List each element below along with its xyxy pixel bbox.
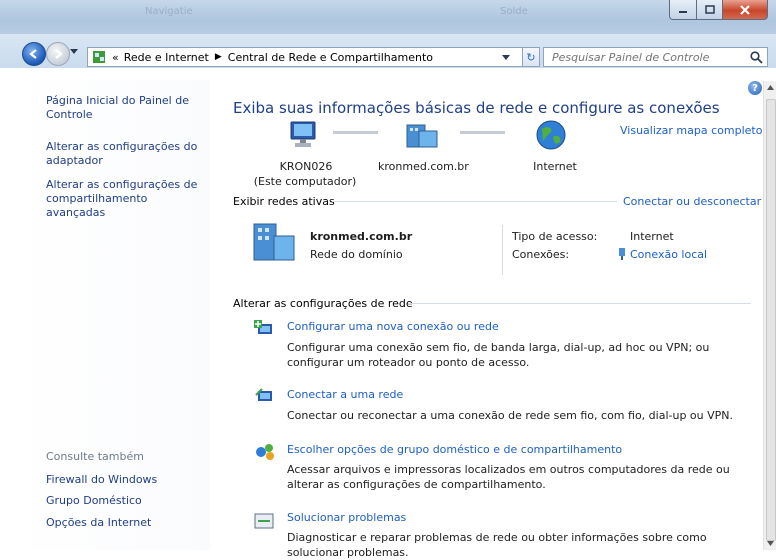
sidebar-item-control-panel-home[interactable]: Página Inicial do Painel de Controle [46,94,206,122]
refresh-button[interactable]: ↻ [522,47,540,67]
see-also-homegroup[interactable]: Grupo Doméstico [46,494,206,508]
sidebar-item-adapter-settings[interactable]: Alterar as configurações do adaptador [46,140,206,168]
divider [408,303,751,304]
task-troubleshoot-desc: Diagnosticar e reparar problemas de rede… [287,531,707,559]
network-name: kronmed.com.br [310,230,413,243]
task-connect-network-desc: Conectar ou reconectar a uma conexão de … [287,409,733,422]
arrow-right-icon [55,49,63,59]
search-icon[interactable] [750,51,763,64]
see-also-internet-options[interactable]: Opções da Internet [46,516,206,530]
see-also-title: Consulte também [46,450,144,463]
domain-network-icon [253,223,295,261]
breadcrumb-arrow-icon[interactable]: ▶ [215,52,222,62]
domain-node-label: kronmed.com.br [378,160,469,173]
computer-subtitle: (Este computador) [253,175,357,188]
see-also-firewall[interactable]: Firewall do Windows [46,473,206,487]
window-ghost-title: Navigatie [145,6,193,17]
active-networks-label: Exibir redes ativas [233,195,335,208]
breadcrumb-item-network-center[interactable]: Central de Rede e Compartilhamento [228,51,433,64]
connect-network-icon [255,388,272,401]
maximize-icon [704,4,715,14]
scrollbar-thumb[interactable] [766,99,776,541]
search-box[interactable] [543,47,768,67]
computer-name: KRON026 [279,160,333,173]
scroll-down-icon[interactable] [767,541,774,546]
internet-node-label: Internet [533,160,577,173]
task-homegroup-link[interactable]: Escolher opções de grupo doméstico e de … [287,443,622,456]
connection-line [333,131,378,134]
connection-line [460,131,505,134]
help-button[interactable]: ? [748,81,762,95]
connect-disconnect-link[interactable]: Conectar ou desconectar [623,195,761,209]
access-type-value: Internet [630,230,674,243]
maximize-button[interactable] [697,0,723,20]
divider [502,225,503,275]
breadcrumb-item-network-internet[interactable]: Rede e Internet [124,51,209,64]
new-connection-icon [254,320,272,334]
minimize-icon [679,10,687,13]
window-controls [669,0,768,20]
page-title: Exiba suas informações básicas de rede e… [233,99,720,117]
task-troubleshoot-link[interactable]: Solucionar problemas [287,511,406,524]
refresh-icon: ↻ [526,50,536,64]
scroll-up-icon[interactable] [767,85,774,90]
internet-globe-icon [536,120,566,150]
task-connect-network-link[interactable]: Conectar a uma rede [287,388,403,401]
title-bar: Navigatie Solde [0,0,776,34]
search-input[interactable] [552,50,742,64]
network-type-link[interactable]: Rede do domínio [310,248,403,261]
local-connection-link[interactable]: Conexão local [630,248,707,262]
task-new-connection-link[interactable]: Configurar uma nova conexão ou rede [287,320,499,333]
control-panel-icon [93,51,105,63]
sidebar-item-advanced-sharing[interactable]: Alterar as configurações de compartilham… [46,178,206,220]
close-button[interactable] [723,0,768,20]
ethernet-plug-icon [619,248,625,260]
divider [332,201,617,202]
back-button[interactable] [22,42,46,66]
address-box[interactable]: « Rede e Internet ▶ Central de Rede e Co… [87,47,531,67]
computer-icon [290,121,316,147]
breadcrumb-overflow[interactable]: « [112,51,119,64]
change-settings-label: Alterar as configurações de rede [233,297,413,310]
homegroup-icon [256,444,274,460]
vertical-scrollbar[interactable] [763,81,776,550]
domain-network-icon [406,124,438,148]
access-type-label: Tipo de acesso: [512,230,598,243]
arrow-left-icon [29,49,37,59]
help-icon: ? [752,82,758,94]
minimize-button[interactable] [669,0,697,20]
task-homegroup-desc: Acessar arquivos e impressoras localizad… [287,463,730,491]
address-dropdown-icon[interactable] [502,55,510,60]
troubleshoot-icon [254,513,274,529]
forward-button[interactable] [46,42,70,66]
window-ghost-title-right: Solde [500,6,528,17]
recent-pages-dropdown-icon[interactable] [70,49,78,55]
view-full-map-link[interactable]: Visualizar mapa completo [620,124,762,138]
connections-label: Conexões: [512,248,570,261]
close-icon [740,4,750,15]
task-new-connection-desc: Configurar uma conexão sem fio, de banda… [287,341,710,369]
